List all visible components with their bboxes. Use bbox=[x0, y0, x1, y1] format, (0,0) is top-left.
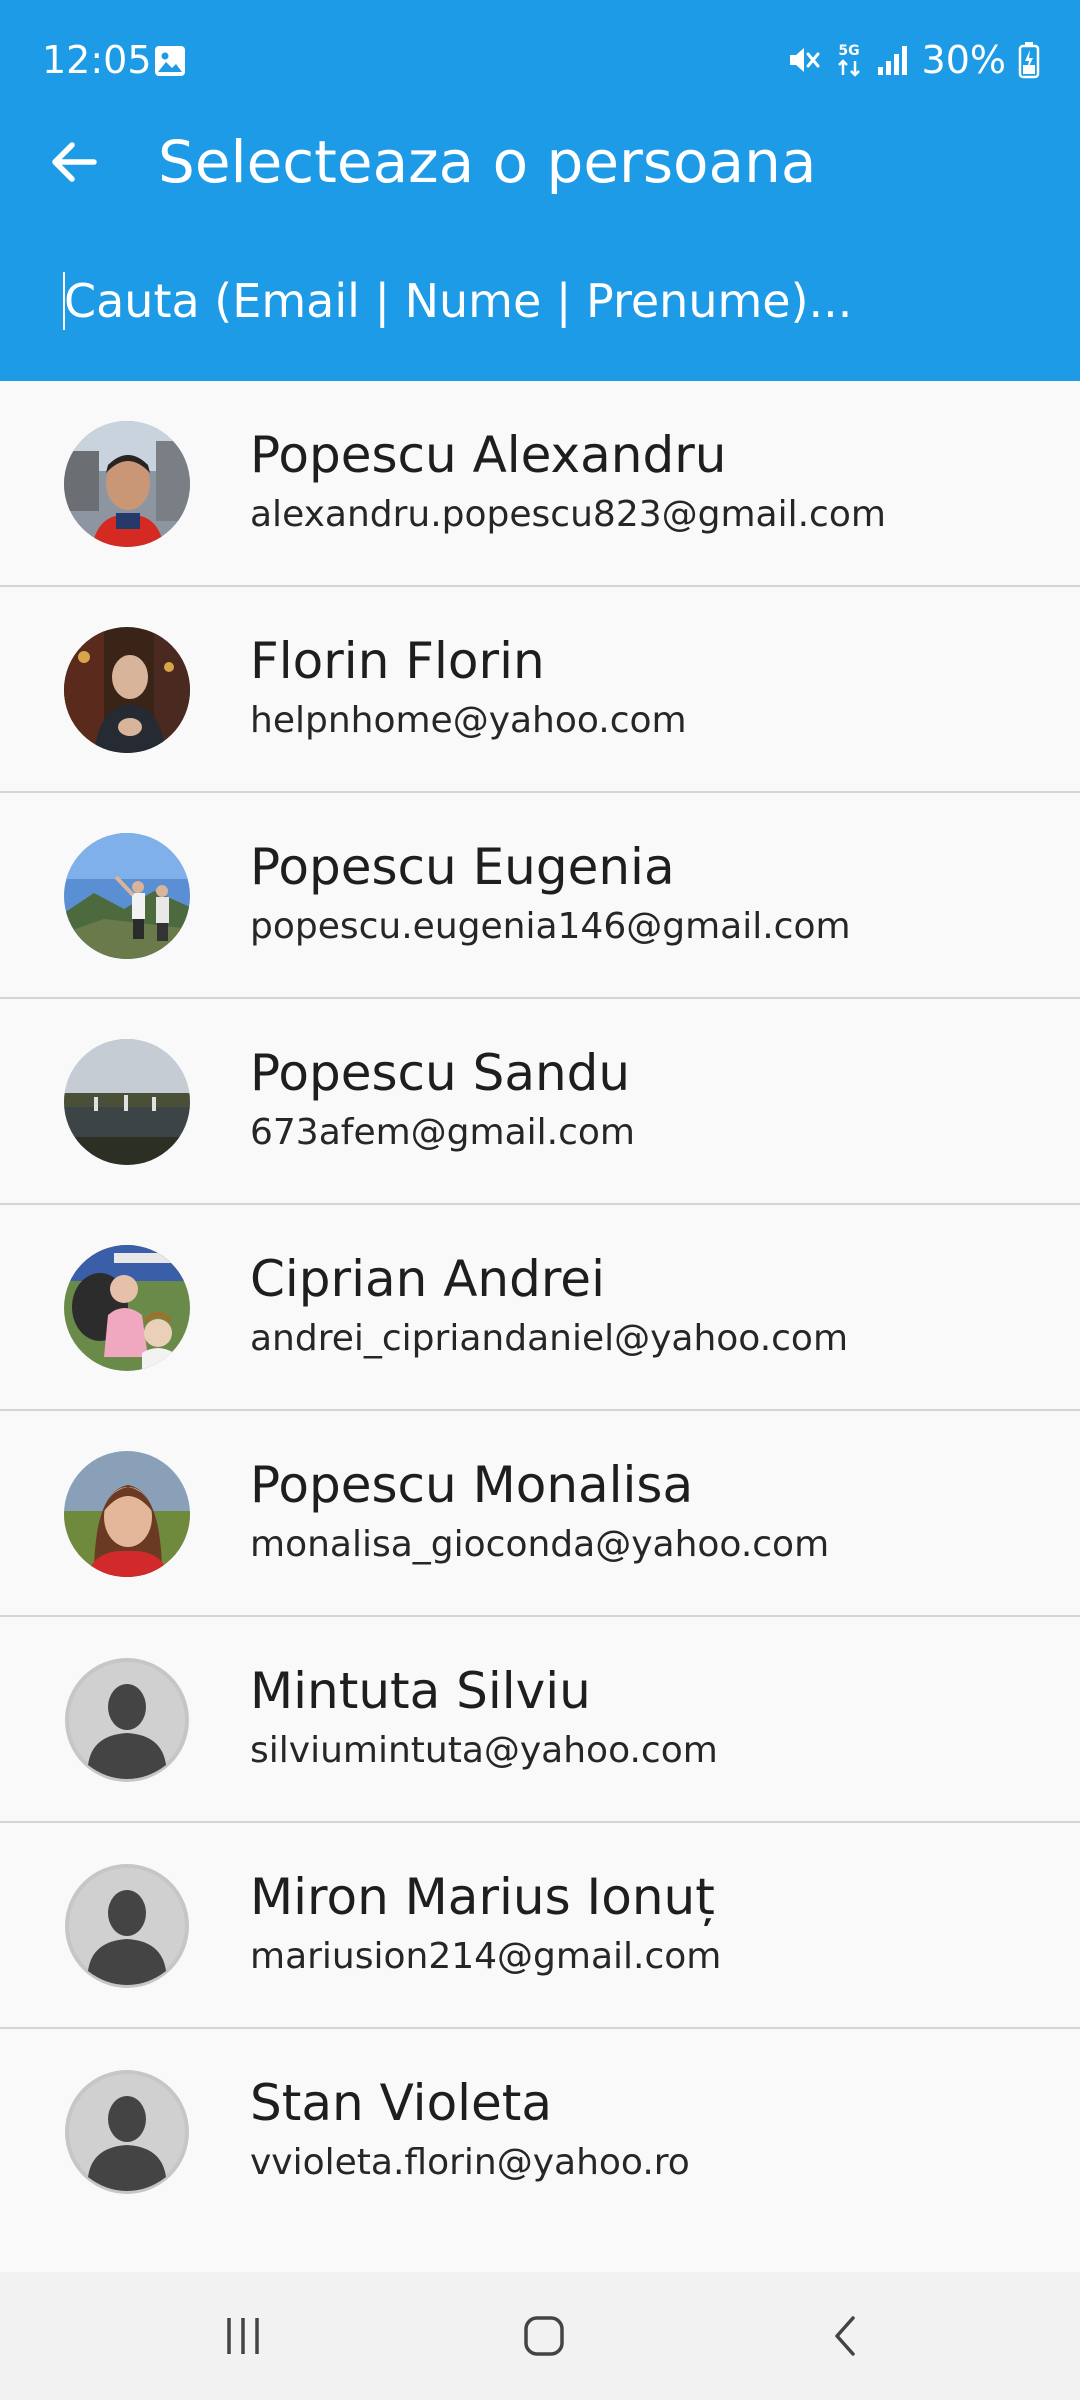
contact-name: Popescu Alexandru bbox=[250, 426, 727, 484]
contact-name: Miron Marius Ionuț bbox=[250, 1868, 715, 1926]
contact-row[interactable]: Stan Violeta vvioleta.florin@yahoo.ro bbox=[0, 2029, 1080, 2235]
contact-row[interactable]: Popescu Sandu 673afem@gmail.com bbox=[0, 999, 1080, 1205]
status-bar: 12:05 5G 30% bbox=[0, 0, 1080, 120]
contact-name: Popescu Eugenia bbox=[250, 838, 675, 896]
avatar bbox=[64, 421, 190, 547]
avatar bbox=[64, 1039, 190, 1165]
avatar bbox=[64, 1245, 190, 1371]
search-input[interactable] bbox=[64, 266, 1024, 336]
contact-row[interactable]: Ciprian Andrei andrei_cipriandaniel@yaho… bbox=[0, 1205, 1080, 1411]
contact-email: silviumintuta@yahoo.com bbox=[250, 1730, 718, 1771]
battery-charging-icon bbox=[1018, 41, 1040, 79]
system-back-button[interactable] bbox=[802, 2296, 892, 2376]
arrow-left-icon bbox=[52, 142, 97, 182]
avatar bbox=[64, 627, 190, 753]
default-person-icon bbox=[64, 1863, 190, 1989]
contact-row[interactable]: Popescu Alexandru alexandru.popescu823@g… bbox=[0, 381, 1080, 587]
contact-email: popescu.eugenia146@gmail.com bbox=[250, 906, 851, 947]
contact-email: alexandru.popescu823@gmail.com bbox=[250, 494, 886, 535]
contact-name: Mintuta Silviu bbox=[250, 1662, 591, 1720]
default-person-icon bbox=[64, 2069, 190, 2195]
contact-row[interactable]: Miron Marius Ionuț mariusion214@gmail.co… bbox=[0, 1823, 1080, 2029]
contact-name: Popescu Monalisa bbox=[250, 1456, 694, 1514]
contact-email: 673afem@gmail.com bbox=[250, 1112, 635, 1153]
default-person-icon bbox=[64, 1657, 190, 1783]
contact-email: helpnhome@yahoo.com bbox=[250, 700, 687, 741]
contact-row[interactable]: Popescu Monalisa monalisa_gioconda@yahoo… bbox=[0, 1411, 1080, 1617]
signal-icon bbox=[876, 43, 910, 77]
status-time: 12:05 bbox=[42, 38, 152, 82]
contact-name: Stan Violeta bbox=[250, 2074, 553, 2132]
contact-email: vvioleta.florin@yahoo.ro bbox=[250, 2142, 690, 2183]
contact-row[interactable]: Popescu Eugenia popescu.eugenia146@gmail… bbox=[0, 793, 1080, 999]
home-icon bbox=[524, 2316, 564, 2356]
avatar bbox=[64, 1451, 190, 1577]
contact-email: mariusion214@gmail.com bbox=[250, 1936, 722, 1977]
contact-row[interactable]: Florin Florin helpnhome@yahoo.com bbox=[0, 587, 1080, 793]
back-button[interactable] bbox=[30, 118, 118, 206]
battery-percent: 30% bbox=[921, 38, 1006, 82]
recent-apps-icon bbox=[227, 2318, 259, 2354]
home-button[interactable] bbox=[499, 2296, 589, 2376]
network-type-label: 5G bbox=[838, 43, 859, 59]
page-title: Selecteaza o persoana bbox=[158, 128, 817, 196]
contact-row[interactable]: Mintuta Silviu silviumintuta@yahoo.com bbox=[0, 1617, 1080, 1823]
5g-data-icon: 5G bbox=[834, 41, 864, 79]
contact-name: Ciprian Andrei bbox=[250, 1250, 605, 1308]
contact-email: monalisa_gioconda@yahoo.com bbox=[250, 1524, 830, 1565]
avatar bbox=[64, 833, 190, 959]
app-bar: 12:05 5G 30% Selecteaza o persoana Cauta… bbox=[0, 0, 1080, 381]
gallery-icon bbox=[153, 44, 187, 78]
system-nav-bar bbox=[0, 2272, 1080, 2400]
status-right-group: 5G 30% bbox=[786, 36, 1040, 84]
mute-icon bbox=[786, 42, 822, 78]
contact-name: Popescu Sandu bbox=[250, 1044, 631, 1102]
contact-email: andrei_cipriandaniel@yahoo.com bbox=[250, 1318, 849, 1359]
back-icon bbox=[835, 2316, 855, 2356]
contact-name: Florin Florin bbox=[250, 632, 545, 690]
recent-apps-button[interactable] bbox=[198, 2296, 288, 2376]
contact-list: Popescu Alexandru alexandru.popescu823@g… bbox=[0, 381, 1080, 2235]
